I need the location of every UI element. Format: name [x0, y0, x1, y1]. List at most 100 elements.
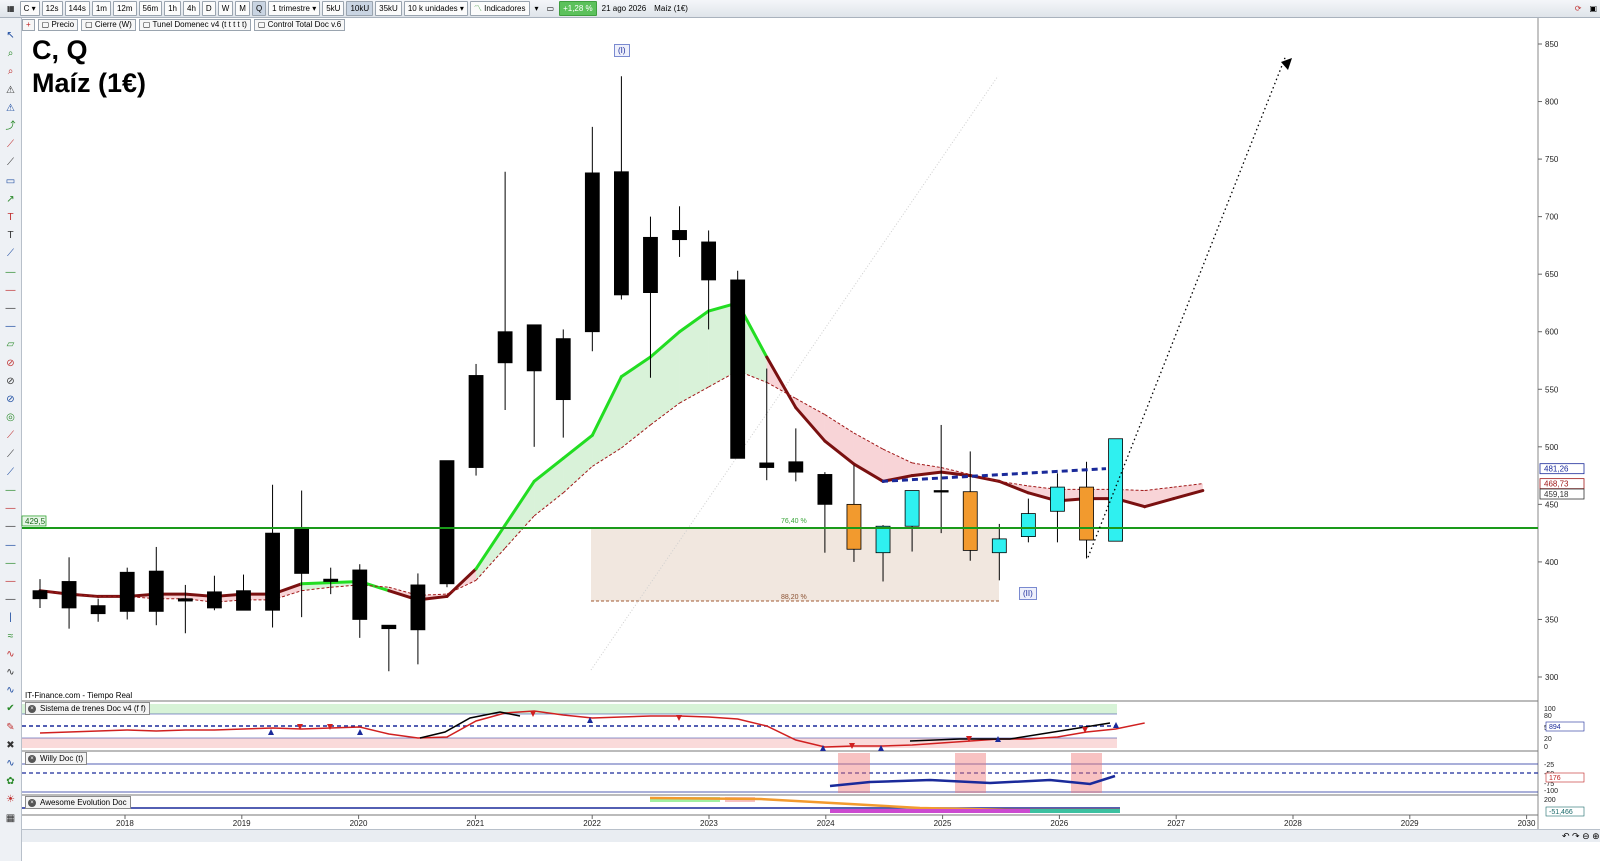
- interval-4h[interactable]: 4h: [183, 1, 200, 16]
- tool-icon[interactable]: —: [4, 303, 17, 315]
- refresh-icon[interactable]: ⟳: [1572, 2, 1585, 15]
- tool-icon[interactable]: ⌕: [4, 66, 17, 78]
- interval-W[interactable]: W: [217, 1, 234, 16]
- tool-icon[interactable]: —: [4, 594, 17, 606]
- tool-icon[interactable]: —: [4, 503, 17, 515]
- tool-icon[interactable]: ✔: [4, 703, 17, 715]
- candle-body: [555, 338, 571, 401]
- tool-icon[interactable]: ≈: [4, 631, 17, 643]
- tool-icon[interactable]: —: [4, 521, 17, 533]
- tool-icon[interactable]: ∿: [4, 649, 17, 661]
- interval-Q[interactable]: Q: [251, 1, 267, 16]
- tool-icon[interactable]: ∿: [4, 685, 17, 697]
- tunnel-fill-segment: [40, 590, 70, 595]
- tunnel-upper-segment: [387, 589, 420, 602]
- candle-body: [991, 538, 1007, 554]
- interval-M[interactable]: M: [235, 1, 250, 16]
- tool-icon[interactable]: ⟋: [4, 157, 17, 169]
- tool-icon[interactable]: T: [4, 212, 17, 224]
- tool-icon[interactable]: —: [4, 285, 17, 297]
- interval-1m[interactable]: 1m: [91, 1, 111, 16]
- unit-10kU[interactable]: 10kU: [346, 1, 374, 16]
- tool-icon[interactable]: ↗: [4, 194, 17, 206]
- tool-icon[interactable]: ⌕: [4, 48, 17, 60]
- close-icon[interactable]: ×: [28, 704, 36, 713]
- tunnel-upper-segment: [794, 406, 827, 443]
- indicators-button[interactable]: 〽 Indicadores: [469, 1, 530, 16]
- awesome-histogram: [1030, 809, 1120, 813]
- tool-icon[interactable]: ⟋: [4, 430, 17, 442]
- layer-3[interactable]: ▢ Control Total Doc v.6: [253, 19, 346, 31]
- tool-icon[interactable]: ⊘: [4, 376, 17, 388]
- tunnel-fill-segment: [883, 449, 913, 482]
- layer-2[interactable]: ▢ Tunel Domenec v4 (t t t t t): [138, 19, 251, 31]
- tunnel-lower-segment: [853, 432, 884, 450]
- bottom-scrollbar[interactable]: ↶ ↷ ⊖ ⊕: [22, 829, 1600, 842]
- tool-icon[interactable]: ✎: [4, 722, 17, 734]
- tool-icon[interactable]: ▱: [4, 339, 17, 351]
- tool-icon[interactable]: —: [4, 576, 17, 588]
- tool-icon[interactable]: ✿: [4, 776, 17, 788]
- layout-icon[interactable]: ▣: [1586, 2, 1600, 15]
- tool-icon[interactable]: ⟋: [4, 449, 17, 461]
- tool-icon[interactable]: ∿: [4, 758, 17, 770]
- zoom-controls-icon[interactable]: ↶ ↷ ⊖ ⊕: [1562, 832, 1600, 841]
- tool-icon[interactable]: ⚠: [4, 103, 17, 115]
- tool-icon[interactable]: ⟋: [4, 467, 17, 479]
- tunnel-upper-segment: [1055, 497, 1089, 503]
- indicator-tick-label: 200: [1544, 797, 1556, 804]
- tool-icon[interactable]: ↖: [4, 30, 17, 42]
- indicator-title-awesome[interactable]: × Awesome Evolution Doc: [25, 796, 131, 809]
- drawing-tools-bar: ↖ ⌕ ⌕ ⚠ ⚠ ⤴ ⟋ ⟋ ▭ ↗ T T ⟋ — — — — ▱ ⊘ ⊘ ⊘ ◎ ⟋ ⟋ ⟋ — — — — — — — | ≈ ∿ ∿ ∿ ✔ ✎ ✖…: [0, 18, 22, 861]
- signal-marker: [849, 743, 855, 749]
- tool-icon[interactable]: ∿: [4, 667, 17, 679]
- add-layer-icon[interactable]: +: [22, 19, 35, 31]
- chevron-down-icon[interactable]: ▾: [532, 2, 542, 15]
- layer-1[interactable]: ▢ Cierre (W): [81, 19, 136, 31]
- tool-icon[interactable]: ▭: [4, 176, 17, 188]
- units-select[interactable]: 10 k unidades ▾: [403, 1, 468, 16]
- period-select[interactable]: 1 trimestre ▾: [268, 1, 321, 16]
- price-chart[interactable]: 300350400450500550600650700750800850 76,…: [0, 0, 1600, 861]
- interval-12s[interactable]: 12s: [41, 1, 63, 16]
- tool-icon[interactable]: |: [4, 612, 17, 624]
- unit-5kU[interactable]: 5kU: [322, 1, 345, 16]
- tool-icon[interactable]: ⊘: [4, 358, 17, 370]
- interval-D[interactable]: D: [201, 1, 216, 16]
- tool-icon[interactable]: —: [4, 267, 17, 279]
- tool-icon[interactable]: ⊘: [4, 394, 17, 406]
- fib-rectangle: [591, 527, 999, 602]
- tunnel-fill-segment: [1173, 483, 1203, 499]
- candle-body: [672, 230, 687, 241]
- close-icon[interactable]: ×: [28, 798, 36, 807]
- tool-icon[interactable]: ☀: [4, 794, 17, 806]
- layer-0[interactable]: ▢ Precio: [37, 19, 79, 31]
- tunnel-lower-segment: [766, 381, 797, 399]
- tool-icon[interactable]: ⤴: [4, 121, 17, 133]
- tool-icon[interactable]: ▦: [4, 813, 17, 825]
- close-icon[interactable]: ×: [28, 754, 36, 763]
- symbol-select[interactable]: C ▾: [19, 1, 40, 16]
- grid-icon[interactable]: ▦: [4, 2, 18, 15]
- interval-1h[interactable]: 1h: [164, 1, 182, 16]
- window-icon[interactable]: ▭: [544, 2, 558, 15]
- unit-35kU[interactable]: 35kU: [375, 1, 402, 16]
- interval-12m[interactable]: 12m: [112, 1, 137, 16]
- wave-label-two: (II): [1019, 587, 1037, 600]
- tool-icon[interactable]: ⚠: [4, 85, 17, 97]
- tool-icon[interactable]: —: [4, 485, 17, 497]
- tool-icon[interactable]: ✖: [4, 740, 17, 752]
- tool-icon[interactable]: —: [4, 321, 17, 333]
- interval-144s[interactable]: 144s: [64, 1, 90, 16]
- tool-icon[interactable]: ◎: [4, 412, 17, 424]
- tool-icon[interactable]: —: [4, 540, 17, 552]
- tool-icon[interactable]: —: [4, 558, 17, 570]
- indicator-title-willy[interactable]: × Willy Doc (t): [25, 752, 88, 765]
- tool-icon[interactable]: ⟋: [4, 248, 17, 260]
- indicator-tick-label: -50: [1544, 771, 1554, 778]
- time-axis: 2018 2019 2020 2021 2022 2023 2024 2025 2026 2027…: [116, 815, 1536, 828]
- tool-icon[interactable]: T: [4, 230, 17, 242]
- indicator-title-trenes[interactable]: × Sistema de trenes Doc v4 (f f): [25, 702, 150, 715]
- tool-icon[interactable]: ⟋: [4, 139, 17, 151]
- interval-56m[interactable]: 56m: [138, 1, 163, 16]
